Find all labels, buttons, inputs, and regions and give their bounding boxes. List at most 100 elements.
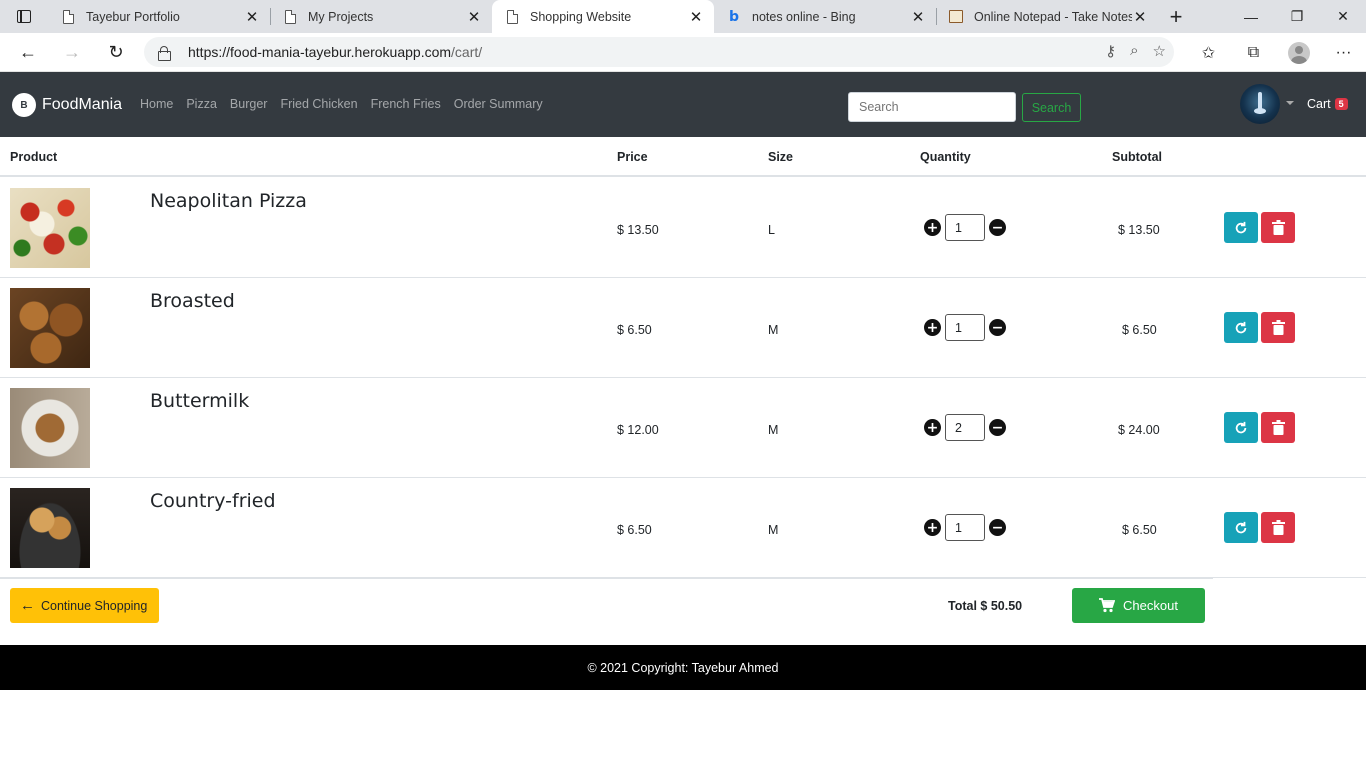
header-quantity: Quantity <box>920 150 971 164</box>
window-close-icon[interactable]: ✕ <box>1320 0 1366 33</box>
remove-button[interactable] <box>1261 412 1295 443</box>
tab-close-icon[interactable]: ✕ <box>910 8 926 26</box>
update-button[interactable] <box>1224 212 1258 243</box>
browser-toolbar-icons: ✩ ⧉ ··· <box>1186 33 1366 72</box>
url-path: /cart/ <box>451 44 483 60</box>
refresh-icon <box>1235 421 1247 433</box>
page-icon <box>282 9 298 25</box>
product-size: M <box>768 523 779 537</box>
site-navbar: B FoodMania Home Pizza Burger Fried Chic… <box>0 72 1366 137</box>
nav-link-home[interactable]: Home <box>140 97 173 111</box>
product-price: $ 13.50 <box>617 223 659 237</box>
nav-link-fried-chicken[interactable]: Fried Chicken <box>280 97 357 111</box>
page-footer: © 2021 Copyright: Tayebur Ahmed <box>0 645 1366 690</box>
plus-icon[interactable]: + <box>924 519 941 536</box>
product-name: Broasted <box>150 290 235 312</box>
profile-button[interactable] <box>1276 33 1321 72</box>
url-field[interactable]: https://food-mania-tayebur.herokuapp.com… <box>144 37 1174 67</box>
refresh-icon[interactable]: ↻ <box>94 33 138 72</box>
tab-close-icon[interactable]: ✕ <box>466 8 482 26</box>
zoom-icon[interactable]: ⌕ <box>1130 42 1138 60</box>
page-icon <box>60 9 76 25</box>
search-button[interactable]: Search <box>1022 93 1081 122</box>
search-input[interactable] <box>848 92 1016 122</box>
cart-link[interactable]: Cart 5 <box>1307 97 1348 111</box>
user-avatar[interactable] <box>1240 84 1280 124</box>
quantity-input[interactable] <box>945 514 985 541</box>
quantity-input[interactable] <box>945 414 985 441</box>
product-subtotal: $ 6.50 <box>1122 523 1157 537</box>
checkout-button[interactable]: Checkout <box>1072 588 1205 623</box>
tab-close-icon[interactable]: ✕ <box>688 8 704 26</box>
address-bar-row: ← → ↻ https://food-mania-tayebur.herokua… <box>0 33 1366 72</box>
checkout-label: Checkout <box>1123 598 1178 613</box>
product-subtotal: $ 13.50 <box>1118 223 1160 237</box>
tab-close-icon[interactable]: ✕ <box>1132 8 1148 26</box>
restore-icon[interactable]: ❐ <box>1274 0 1320 33</box>
collections-icon[interactable]: ⧉ <box>1231 33 1276 72</box>
browser-tab[interactable]: My Projects ✕ <box>270 0 492 33</box>
nav-links: Home Pizza Burger Fried Chicken French F… <box>140 97 556 111</box>
header-product: Product <box>10 150 58 164</box>
forward-arrow-icon[interactable]: → <box>50 33 94 72</box>
favorites-icon[interactable]: ✩ <box>1186 33 1231 72</box>
minimize-icon[interactable]: — <box>1228 0 1274 33</box>
product-image <box>10 488 90 568</box>
trash-icon <box>1271 320 1285 335</box>
minus-icon[interactable]: − <box>989 419 1006 436</box>
plus-icon[interactable]: + <box>924 219 941 236</box>
product-price: $ 12.00 <box>617 423 659 437</box>
remove-button[interactable] <box>1261 312 1295 343</box>
refresh-icon <box>1235 221 1247 233</box>
browser-tab-active[interactable]: Shopping Website ✕ <box>492 0 714 33</box>
remove-button[interactable] <box>1261 512 1295 543</box>
tab-actions-button[interactable] <box>0 0 48 33</box>
minus-icon[interactable]: − <box>989 519 1006 536</box>
cart-total: Total $ 50.50 <box>948 599 1023 613</box>
product-image <box>10 388 90 468</box>
bing-icon: b <box>728 8 740 25</box>
browser-tab[interactable]: Online Notepad - Take Notes ✕ <box>936 0 1158 33</box>
header-size: Size <box>768 150 794 164</box>
product-image <box>10 188 90 268</box>
nav-link-burger[interactable]: Burger <box>230 97 268 111</box>
more-menu-icon[interactable]: ··· <box>1321 33 1366 72</box>
back-arrow-icon[interactable]: ← <box>6 33 50 72</box>
update-button[interactable] <box>1224 512 1258 543</box>
browser-tab[interactable]: b notes online - Bing ✕ <box>714 0 936 33</box>
plus-icon[interactable]: + <box>924 419 941 436</box>
cart-summary: ← Continue Shopping Total $ 50.50 Checko… <box>0 578 1366 644</box>
product-size: M <box>768 323 779 337</box>
nav-link-order-summary[interactable]: Order Summary <box>454 97 543 111</box>
minus-icon[interactable]: − <box>989 219 1006 236</box>
add-favorite-icon[interactable]: ☆ <box>1153 42 1166 60</box>
nav-link-french-fries[interactable]: French Fries <box>371 97 441 111</box>
product-subtotal: $ 24.00 <box>1118 423 1160 437</box>
quantity-input[interactable] <box>945 214 985 241</box>
quantity-stepper: + − <box>924 514 1006 541</box>
new-tab-button[interactable]: + <box>1158 0 1194 33</box>
window-controls: — ❐ ✕ <box>1228 0 1366 33</box>
avatar-dropdown-icon[interactable] <box>1286 101 1294 105</box>
brand-logo-icon: B <box>12 93 36 117</box>
product-name: Buttermilk <box>150 390 250 412</box>
remove-button[interactable] <box>1261 212 1295 243</box>
key-icon[interactable]: ⚷ <box>1105 42 1116 60</box>
brand-link[interactable]: B FoodMania <box>12 93 122 117</box>
nav-link-pizza[interactable]: Pizza <box>186 97 217 111</box>
update-button[interactable] <box>1224 412 1258 443</box>
continue-shopping-button[interactable]: ← Continue Shopping <box>10 588 159 623</box>
table-row: Neapolitan Pizza $ 13.50 L + − $ 13.50 <box>0 178 1366 278</box>
tab-close-icon[interactable]: ✕ <box>244 8 260 26</box>
product-name: Country-fried <box>150 490 276 512</box>
tab-title: Shopping Website <box>530 9 632 24</box>
quantity-input[interactable] <box>945 314 985 341</box>
update-button[interactable] <box>1224 312 1258 343</box>
browser-tab[interactable]: Tayebur Portfolio ✕ <box>48 0 270 33</box>
quantity-stepper: + − <box>924 214 1006 241</box>
brand-name: FoodMania <box>42 96 123 113</box>
minus-icon[interactable]: − <box>989 319 1006 336</box>
table-row: Buttermilk $ 12.00 M + − $ 24.00 <box>0 378 1366 478</box>
plus-icon[interactable]: + <box>924 319 941 336</box>
cart-label: Cart <box>1307 97 1331 111</box>
